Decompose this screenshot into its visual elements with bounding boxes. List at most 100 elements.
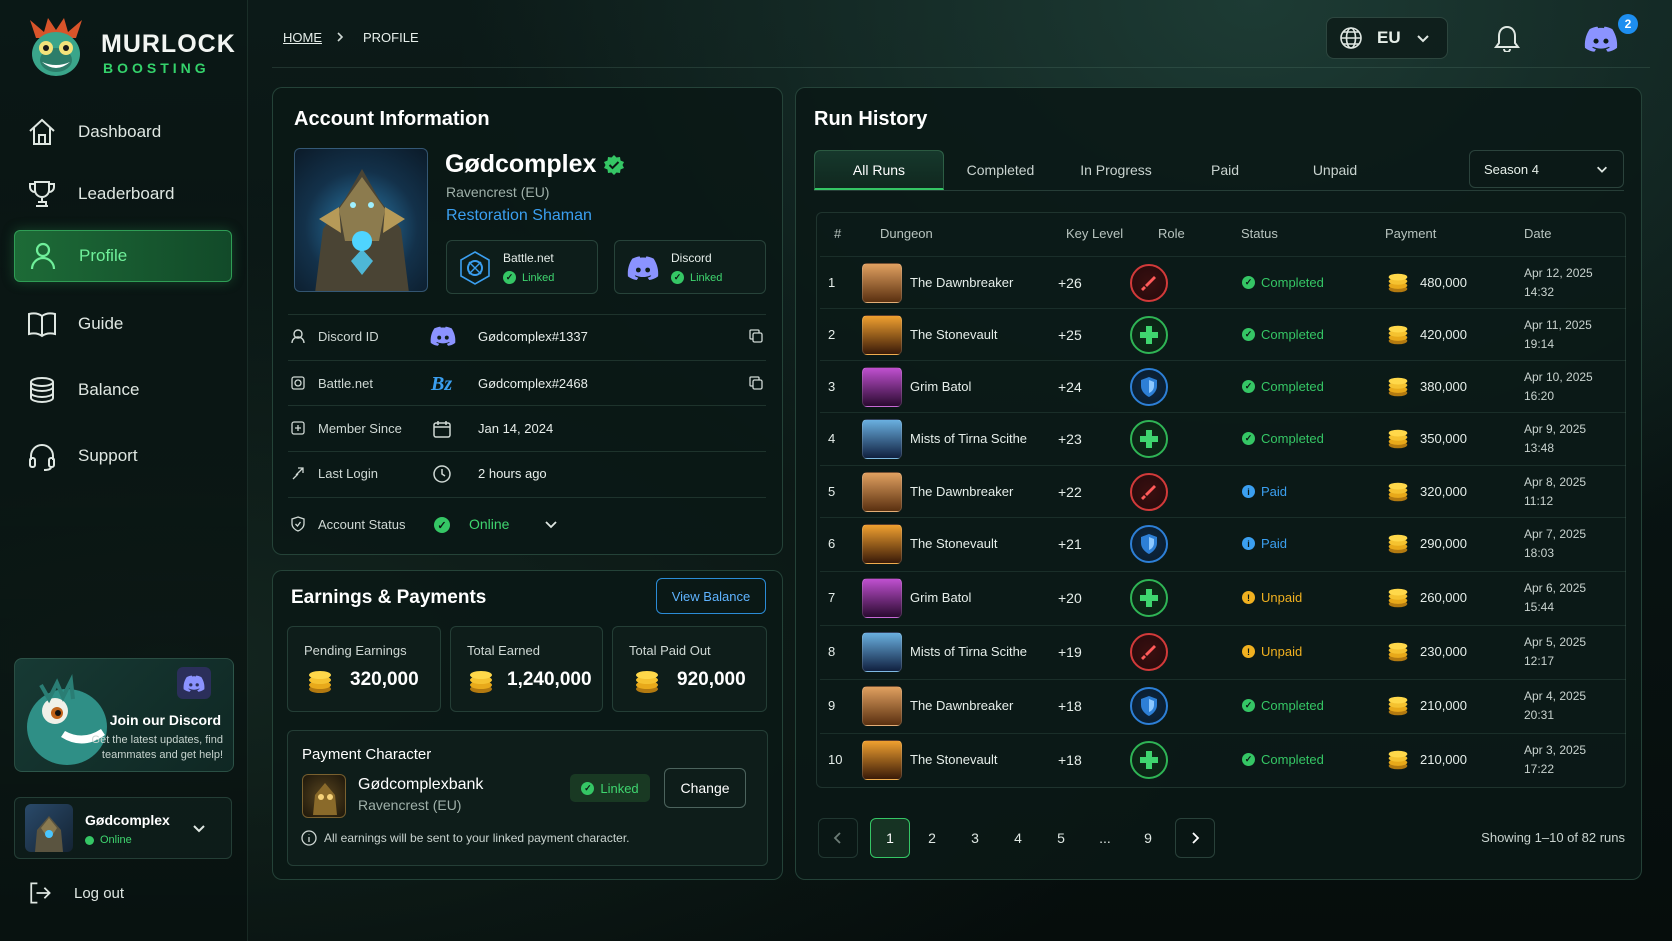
sidebar-item-dashboard[interactable]: Dashboard	[14, 106, 232, 158]
status-badge: Paid	[1261, 484, 1288, 499]
gold-coins-icon	[470, 671, 492, 693]
key-level: +22	[1058, 483, 1082, 500]
run-date: Apr 5, 2025	[1524, 634, 1587, 649]
bell-icon[interactable]	[1494, 24, 1520, 52]
coins-stack-icon	[30, 377, 54, 404]
discord-icon	[627, 256, 659, 280]
copy-icon[interactable]	[748, 328, 764, 344]
gold-coins-icon	[1388, 429, 1408, 448]
discord-promo-card[interactable]: Join our Discord Get the latest updates,…	[14, 658, 234, 772]
check-icon: ✓	[503, 271, 516, 284]
calendar-icon	[433, 421, 451, 438]
prev-page-button[interactable]	[818, 818, 858, 858]
dungeon-thumbnail	[862, 262, 902, 303]
promo-title: Join our Discord	[109, 712, 221, 728]
payment-amount: 420,000	[1420, 327, 1467, 342]
table-row[interactable]: 4 Mists of Tirna Scithe +23 ✓ Completed 350,0…	[820, 412, 1626, 464]
blizzard-icon: Bz	[430, 373, 452, 394]
tab-unpaid[interactable]: Unpaid	[1280, 150, 1390, 190]
region-value: EU	[1377, 28, 1401, 47]
tab-in-progress[interactable]: In Progress	[1060, 150, 1172, 190]
logout-button[interactable]: Log out	[14, 867, 232, 919]
sidebar-item-profile[interactable]: Profile	[14, 230, 232, 282]
chevron-down-icon[interactable]	[543, 516, 559, 532]
gold-coins-icon	[1388, 750, 1408, 769]
run-time: 15:44	[1524, 599, 1555, 614]
tab-paid[interactable]: Paid	[1180, 150, 1270, 190]
sidebar-item-balance[interactable]: Balance	[14, 364, 232, 416]
tab-completed[interactable]: Completed	[948, 150, 1053, 190]
status-dot-icon: ✓	[1242, 699, 1255, 712]
page-4-button[interactable]: 4	[998, 818, 1038, 858]
copy-icon[interactable]	[748, 375, 764, 391]
shield-icon	[1130, 524, 1168, 563]
sidebar-item-leaderboard[interactable]: Leaderboard	[14, 168, 232, 220]
sidebar-item-guide[interactable]: Guide	[14, 298, 232, 350]
sidebar-item-label: Balance	[78, 380, 140, 399]
sidebar-item-support[interactable]: Support	[14, 430, 232, 482]
gold-coins-icon	[309, 671, 331, 693]
next-page-button[interactable]	[1175, 818, 1215, 858]
info-icon	[301, 830, 317, 846]
sidebar-item-label: Support	[78, 446, 138, 465]
character-portrait	[294, 148, 428, 292]
region-selector[interactable]: EU	[1326, 17, 1448, 59]
table-row[interactable]: 8 Mists of Tirna Scithe +19! Unpaid 230,000 A…	[820, 625, 1626, 677]
page-3-button[interactable]: 3	[955, 818, 995, 858]
season-select[interactable]: Season 4	[1469, 150, 1624, 188]
book-icon	[28, 312, 56, 338]
run-number: 8	[828, 644, 836, 659]
character-realm: Ravencrest (EU)	[446, 184, 550, 200]
page-ellipsis-button: ...	[1099, 830, 1111, 846]
dungeon-thumbnail	[862, 314, 902, 355]
gold-coins-icon	[1388, 482, 1408, 501]
status-badge: Unpaid	[1261, 590, 1303, 605]
page-1-button[interactable]: 1	[870, 818, 910, 858]
page-2-button[interactable]: 2	[912, 818, 952, 858]
heal-cross-icon	[1130, 740, 1168, 779]
payment-amount: 320,000	[1420, 484, 1467, 499]
run-number: 9	[828, 698, 836, 713]
bank-character-avatar	[302, 774, 346, 818]
table-row[interactable]: 3 Grim Batol +24 ✓ Completed 380,000 Apr 10, 2…	[820, 360, 1626, 412]
account-status-value: Online	[469, 516, 510, 532]
logout-icon	[30, 882, 51, 904]
page-5-button[interactable]: 5	[1041, 818, 1081, 858]
breadcrumb-home[interactable]: HOME	[283, 30, 322, 45]
col-payment: Payment	[1385, 226, 1437, 241]
user-icon	[30, 242, 56, 270]
key-level: +19	[1058, 643, 1082, 660]
dungeon-name: The Stonevault	[910, 752, 998, 767]
view-balance-button[interactable]: View Balance	[656, 578, 766, 614]
chevron-left-icon	[833, 832, 841, 844]
run-date: Apr 7, 2025	[1524, 526, 1587, 541]
gold-coins-icon	[1388, 534, 1408, 553]
tab-all-runs[interactable]: All Runs	[814, 150, 944, 190]
bank-character-name: Gødcomplexbank	[358, 776, 484, 793]
change-character-button[interactable]: Change	[664, 768, 746, 808]
payment-amount: 230,000	[1420, 644, 1467, 659]
chevron-right-icon	[337, 32, 344, 42]
table-row[interactable]: 10 The Stonevault +18 ✓ Completed 210,000 Apr …	[820, 733, 1626, 785]
table-row[interactable]: 5 The Dawnbreaker +22 i Paid 320,000 Apr 8, 20…	[820, 465, 1626, 517]
table-row[interactable]: 7 Grim Batol +20! Unpaid 260,000 Apr 6, 2025 1…	[820, 571, 1626, 623]
dungeon-thumbnail	[862, 471, 902, 512]
home-icon	[29, 118, 55, 145]
table-row[interactable]: 2 The Stonevault +25 ✓ Completed 420,000 Apr 1…	[820, 308, 1626, 360]
page-9-button[interactable]: 9	[1128, 818, 1168, 858]
table-row[interactable]: 1 The Dawnbreaker +26 ✓ Completed 480,000 Apr …	[820, 256, 1626, 308]
status-badge: Completed	[1261, 752, 1324, 767]
table-row[interactable]: 9 The Dawnbreaker +18 ✓ Completed 210,000 Apr …	[820, 679, 1626, 731]
run-time: 17:22	[1524, 761, 1555, 776]
logout-label: Log out	[74, 884, 125, 902]
pending-earnings-card: Pending Earnings 320,000	[287, 626, 441, 712]
table-row[interactable]: 6 The Stonevault +21 i Paid 290,000 Apr 7, 202…	[820, 517, 1626, 569]
key-level: +26	[1058, 274, 1082, 291]
status-dot-icon: ✓	[1242, 432, 1255, 445]
character-spec[interactable]: Restoration Shaman	[446, 207, 592, 225]
run-time: 20:31	[1524, 707, 1555, 722]
discord-icon[interactable]	[1584, 26, 1618, 52]
dungeon-name: The Dawnbreaker	[910, 698, 1014, 713]
dungeon-name: The Dawnbreaker	[910, 275, 1014, 290]
user-menu[interactable]: Gødcomplex Online	[14, 797, 232, 859]
